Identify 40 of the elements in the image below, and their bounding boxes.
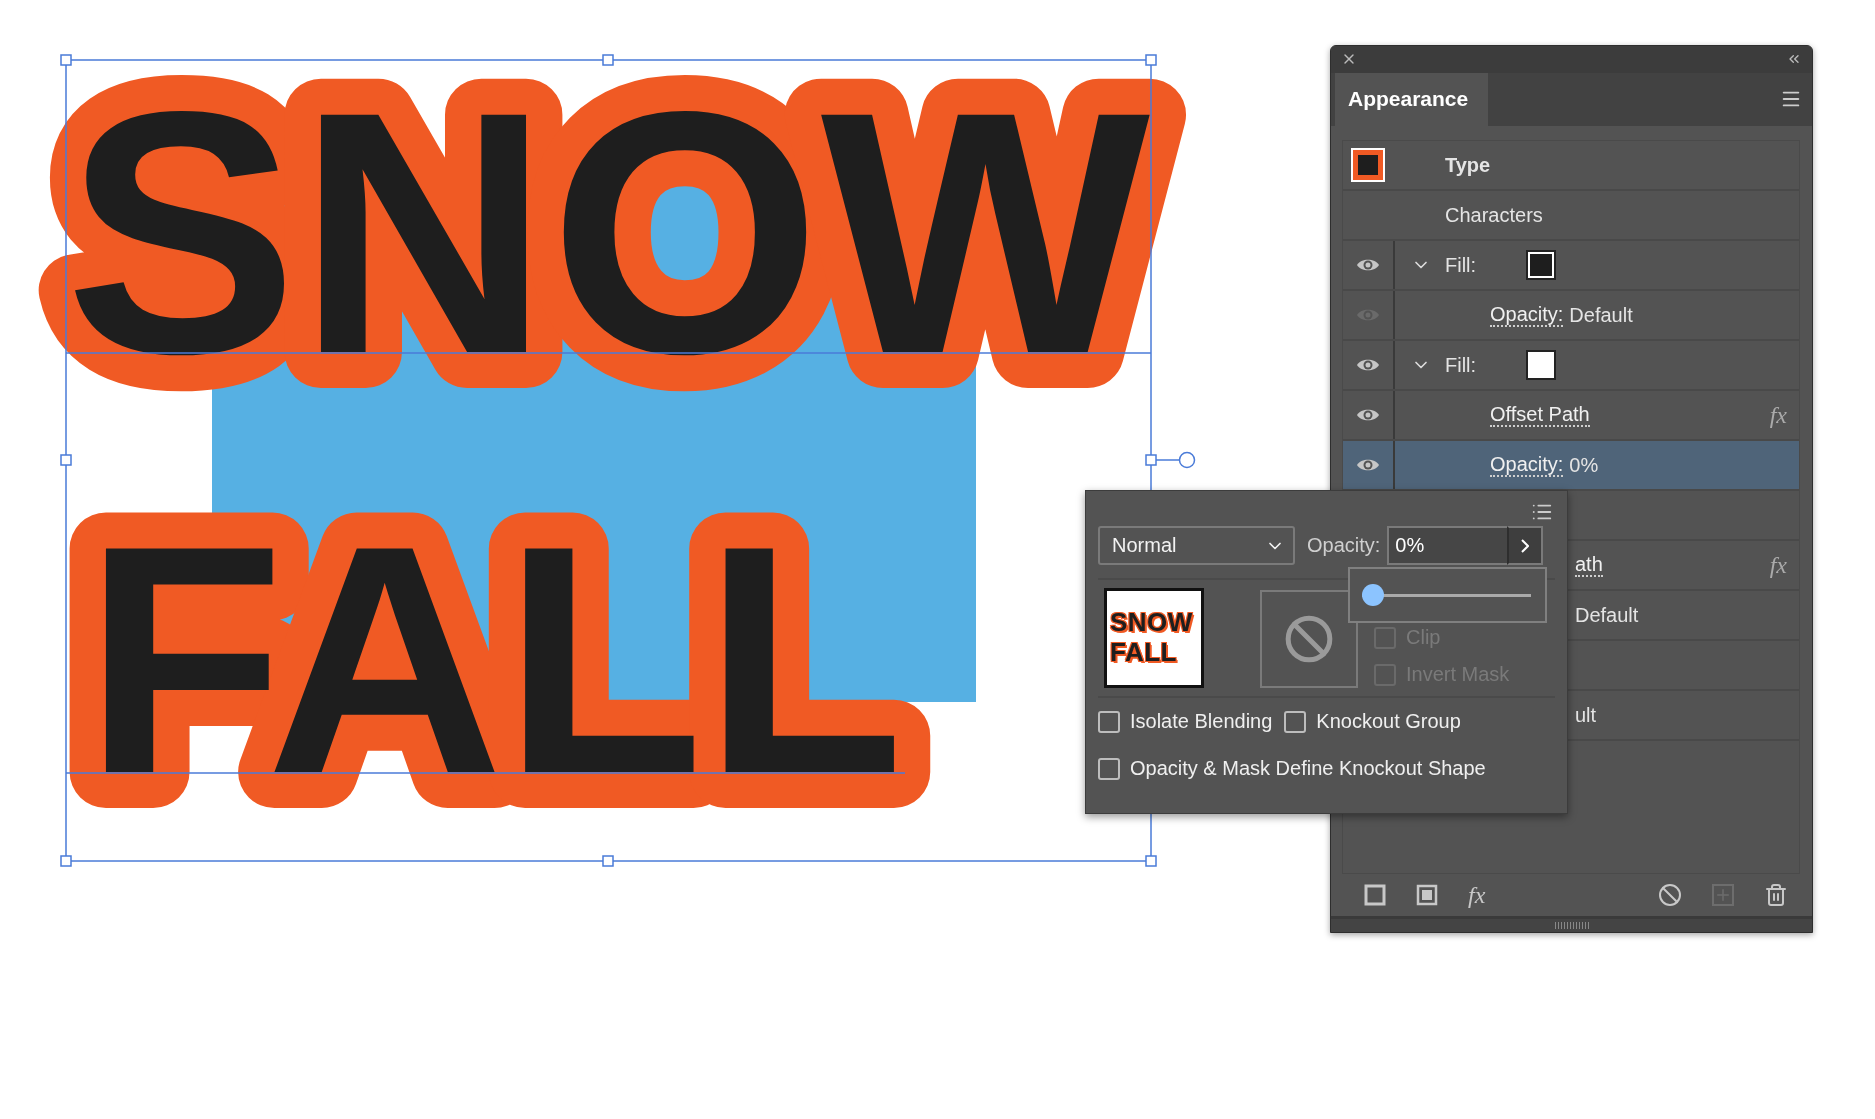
fill-label: Fill: [1445, 253, 1477, 277]
add-fill-button[interactable] [1416, 884, 1438, 907]
clear-appearance-button[interactable] [1658, 883, 1682, 908]
opacity-link[interactable]: Opacity: [1490, 303, 1564, 328]
blend-mode-dropdown[interactable]: Normal [1098, 526, 1295, 565]
checkbox-label: Opacity & Mask Define Knockout Shape [1130, 757, 1486, 780]
thumbnail-text: SNOW [1110, 608, 1194, 638]
resize-grip[interactable] [1554, 922, 1589, 930]
opacity-link[interactable]: Opacity: [1490, 453, 1564, 478]
object-swatch-icon [1351, 148, 1385, 183]
fill-swatch[interactable] [1528, 252, 1555, 279]
partial-row-text: ult [1575, 703, 1597, 727]
slider-thumb[interactable] [1362, 584, 1384, 606]
panel-tab[interactable]: Appearance [1335, 72, 1488, 127]
fill-icon [1416, 884, 1438, 907]
checkbox[interactable] [1284, 710, 1307, 733]
characters-label: Characters [1445, 203, 1543, 227]
mask-thumbnail[interactable] [1260, 590, 1358, 688]
slider-toggle-button[interactable] [1507, 526, 1544, 565]
add-stroke-button[interactable] [1364, 884, 1386, 907]
delete-button[interactable] [1764, 883, 1788, 908]
opacity-value: 0% [1569, 453, 1599, 477]
checkbox-label: Knockout Group [1316, 710, 1461, 733]
opacity-field[interactable]: 0% [1387, 526, 1508, 565]
thumbnail-text: FALL [1110, 638, 1178, 668]
chevron-icon [1521, 538, 1530, 553]
stroke-icon [1364, 884, 1386, 907]
no-mask-icon [1284, 614, 1334, 664]
checkbox[interactable] [1098, 710, 1120, 733]
fill-label: Fill: [1445, 353, 1477, 377]
opacity-value: Default [1569, 303, 1633, 327]
add-effect-button[interactable]: fx [1468, 881, 1486, 909]
checkbox[interactable] [1098, 757, 1120, 780]
checkbox-label: Isolate Blending [1130, 710, 1273, 733]
partial-row-text: Default [1575, 603, 1639, 627]
fill-swatch[interactable] [1528, 352, 1555, 379]
effect-link[interactable]: Offset Path [1490, 403, 1590, 428]
partial-link[interactable]: ath [1575, 553, 1603, 578]
opacity-label: Opacity: [1307, 534, 1381, 557]
object-type-label: Type [1445, 153, 1491, 177]
